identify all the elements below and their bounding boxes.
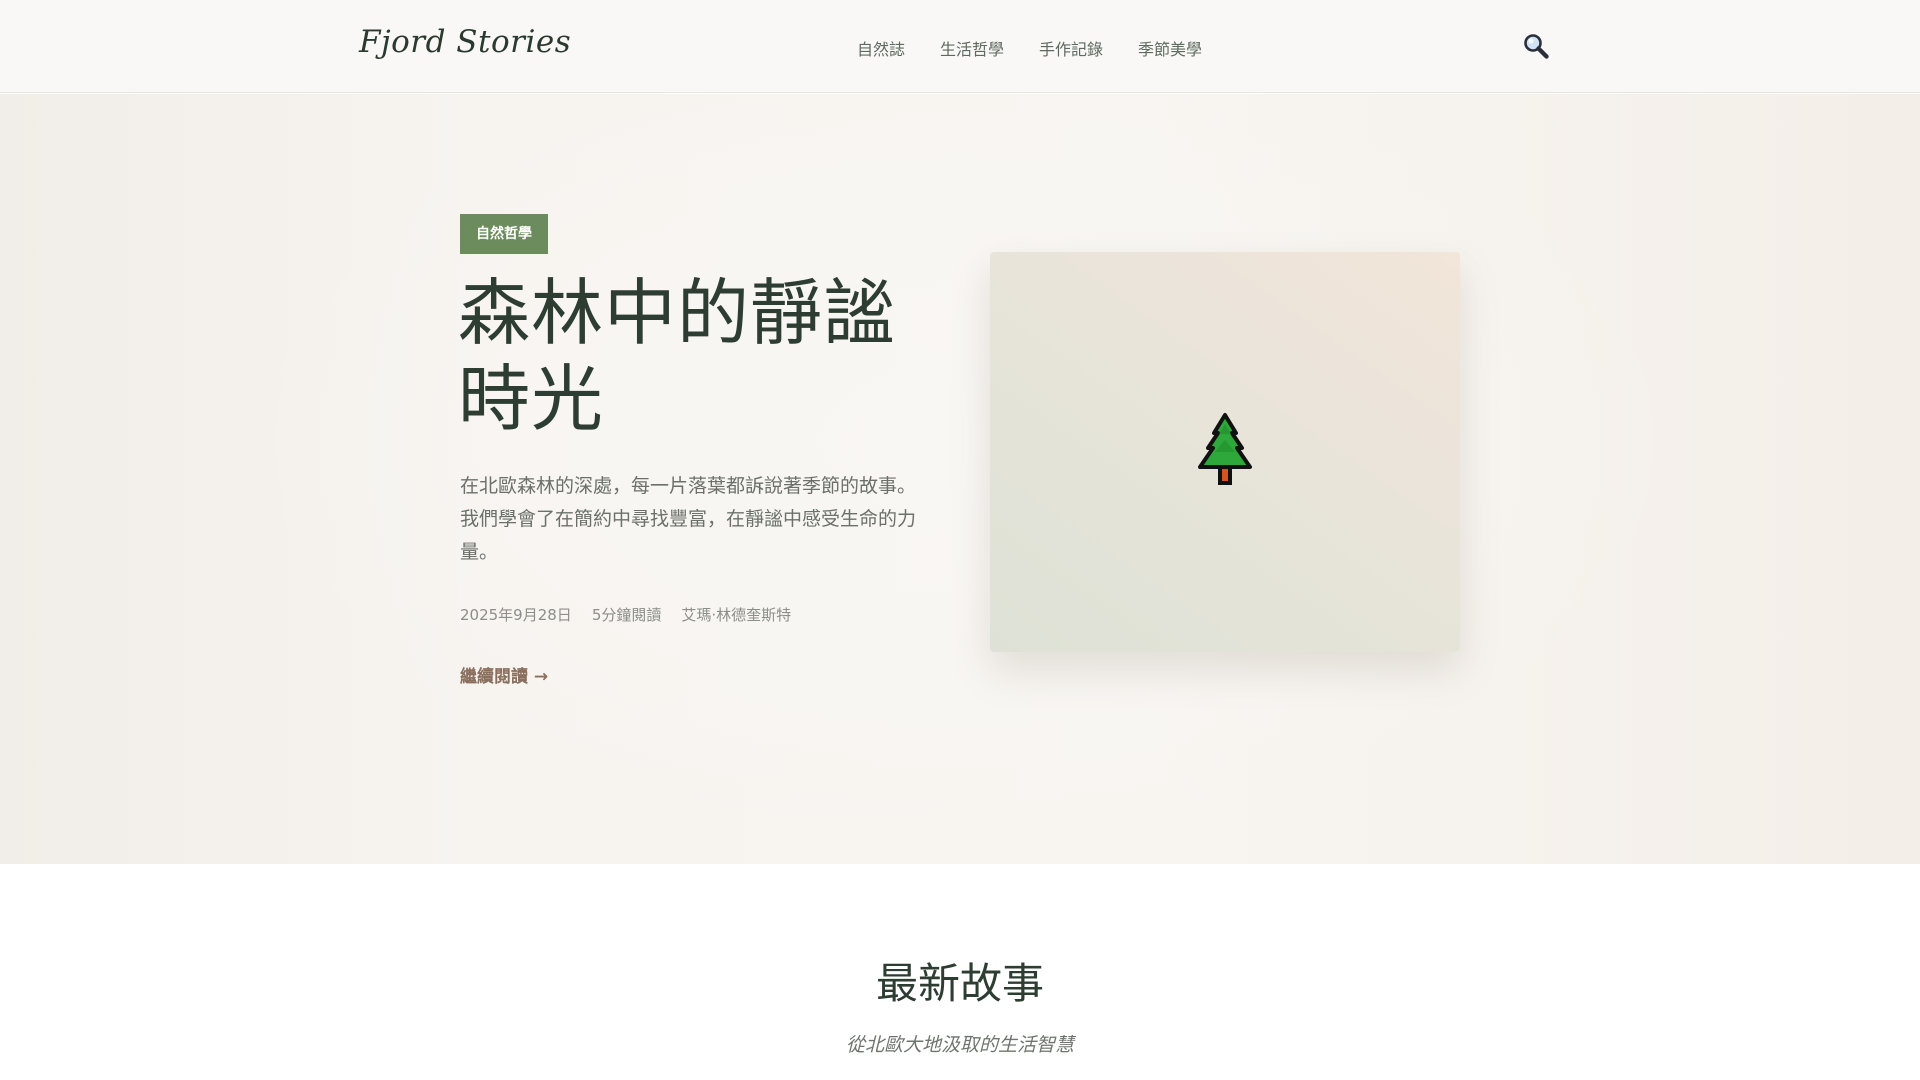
search-button[interactable] xyxy=(1522,32,1550,60)
site-logo[interactable]: Fjord Stories xyxy=(359,24,571,60)
nav-item-life-philosophy[interactable]: 生活哲學 xyxy=(940,36,1004,60)
hero-image[interactable] xyxy=(990,252,1460,652)
nav-item-nature[interactable]: 自然誌 xyxy=(857,36,905,60)
hero-title: 森林中的靜謐時光 xyxy=(458,271,897,441)
evergreen-tree-icon xyxy=(1198,413,1252,485)
nav-item-seasonal[interactable]: 季節美學 xyxy=(1138,36,1202,60)
section-subtitle: 從北歐大地汲取的生活智慧 xyxy=(845,1034,1074,1056)
section-title: 最新故事 xyxy=(875,959,1044,1008)
category-badge[interactable]: 自然哲學 xyxy=(460,214,548,254)
magnifier-icon xyxy=(1524,34,1549,59)
latest-stories-section: 最新故事 從北歐大地汲取的生活智慧 xyxy=(0,864,1920,1080)
main-nav: 自然誌 生活哲學 手作記錄 季節美學 xyxy=(857,36,1237,60)
hero-section: 自然哲學 森林中的靜謐時光 在北歐森林的深處，每一片落葉都訴說著季節的故事。 我… xyxy=(0,94,1920,864)
nav-item-handmade[interactable]: 手作記錄 xyxy=(1039,36,1103,60)
article-meta: 2025年9月28日 5分鐘閱讀 艾瑪·林德奎斯特 xyxy=(460,604,811,625)
hero-excerpt: 在北歐森林的深處，每一片落葉都訴說著季節的故事。 我們學會了在簡約中尋找豐富，在… xyxy=(460,475,917,563)
author-name: 艾瑪·林德奎斯特 xyxy=(681,606,792,624)
read-more-link[interactable]: 繼續閱讀 → xyxy=(460,662,548,687)
publish-date: 2025年9月28日 xyxy=(460,606,572,624)
site-header: Fjord Stories 自然誌 生活哲學 手作記錄 季節美學 xyxy=(0,0,1920,93)
read-time: 5分鐘閱讀 xyxy=(591,606,662,624)
